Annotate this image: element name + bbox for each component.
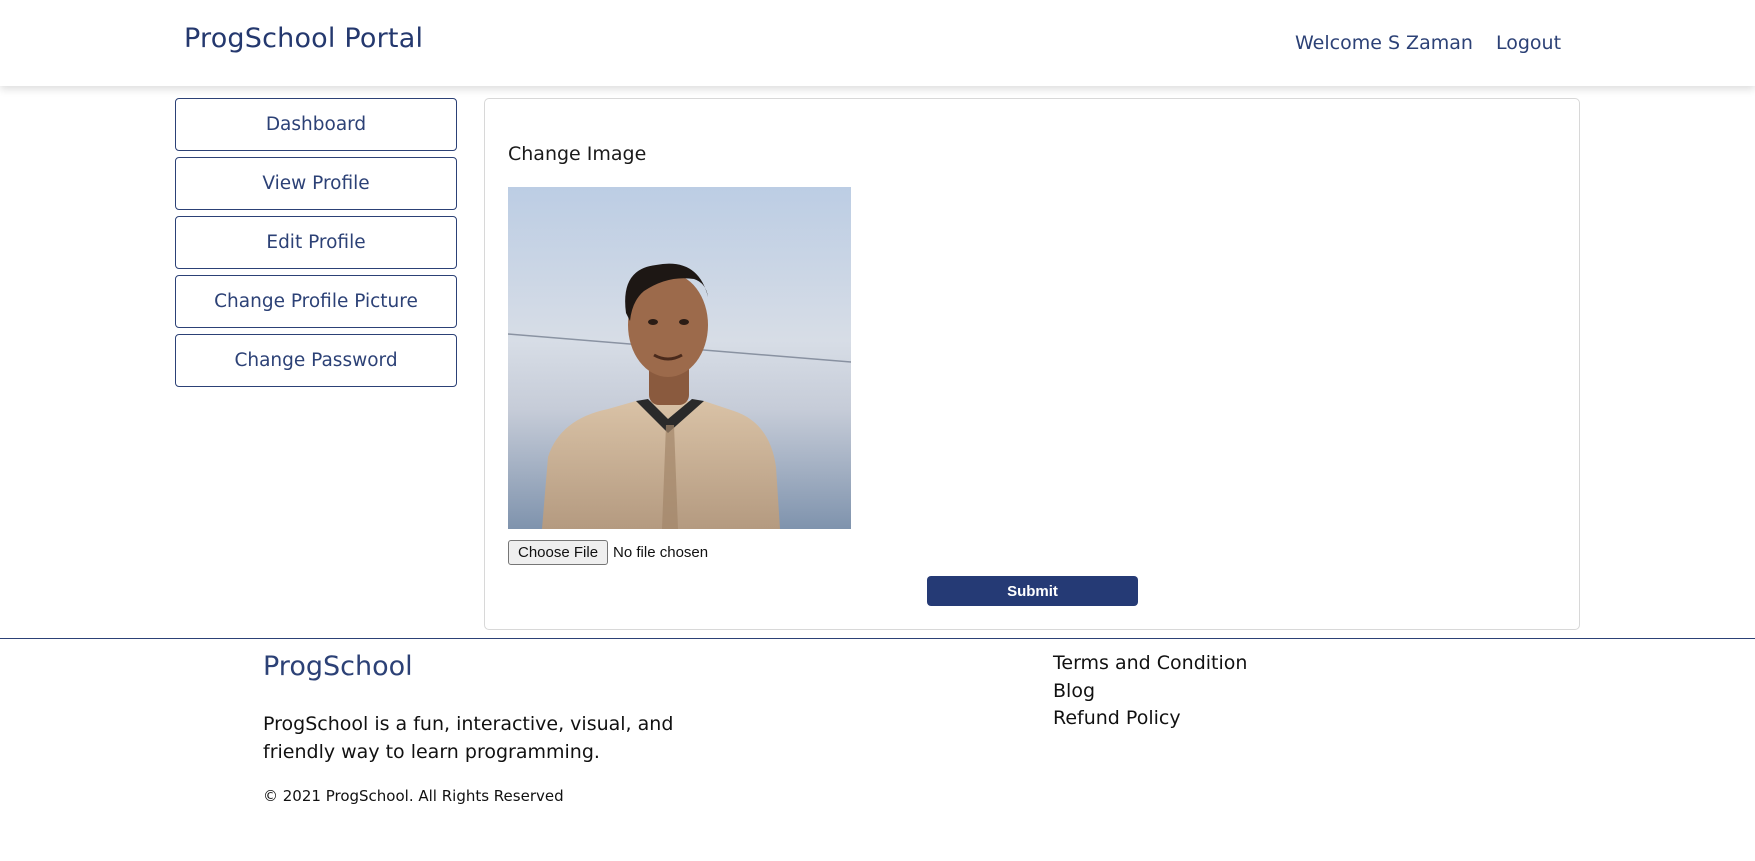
welcome-text: Welcome S Zaman [1295,32,1473,54]
sidebar-item-label: Change Profile Picture [214,291,418,312]
footer-links: Terms and Condition Blog Refund Policy [1053,650,1247,733]
sidebar-item-edit-profile[interactable]: Edit Profile [175,216,457,269]
footer-brand: ProgSchool [263,651,413,682]
sidebar-item-change-profile-picture[interactable]: Change Profile Picture [175,275,457,328]
change-image-panel: Change Image Choose File No file chosen … [484,98,1580,630]
sidebar-item-label: Change Password [234,350,398,371]
sidebar-item-dashboard[interactable]: Dashboard [175,98,457,151]
sidebar-item-label: Dashboard [265,114,367,135]
footer-tagline: ProgSchool is a fun, interactive, visual… [263,713,674,763]
sidebar: Dashboard View Profile Edit Profile Chan… [175,98,457,393]
sidebar-item-view-profile[interactable]: View Profile [175,157,457,210]
sidebar-item-change-password[interactable]: Change Password [175,334,457,387]
logout-link[interactable]: Logout [1496,32,1561,54]
choose-file-button[interactable]: Choose File [508,540,609,565]
footer-link-refund-policy[interactable]: Refund Policy [1053,705,1247,733]
sidebar-item-label: View Profile [262,173,370,194]
file-status-text: No file chosen [613,544,709,561]
footer-link-terms[interactable]: Terms and Condition [1053,650,1247,678]
submit-button[interactable]: Submit [927,576,1138,606]
portal-brand[interactable]: ProgSchool Portal [184,23,423,54]
footer-divider [0,638,1755,639]
top-navbar: ProgSchool Portal Welcome S Zaman Logout [0,0,1755,86]
footer-copyright: © 2021 ProgSchool. All Rights Reserved [263,787,564,805]
file-picker: Choose File No file chosen [508,540,708,565]
sidebar-item-label: Edit Profile [266,232,366,253]
page-title: Change Image [508,143,647,165]
profile-photo [508,187,851,529]
footer-link-blog[interactable]: Blog [1053,678,1247,706]
